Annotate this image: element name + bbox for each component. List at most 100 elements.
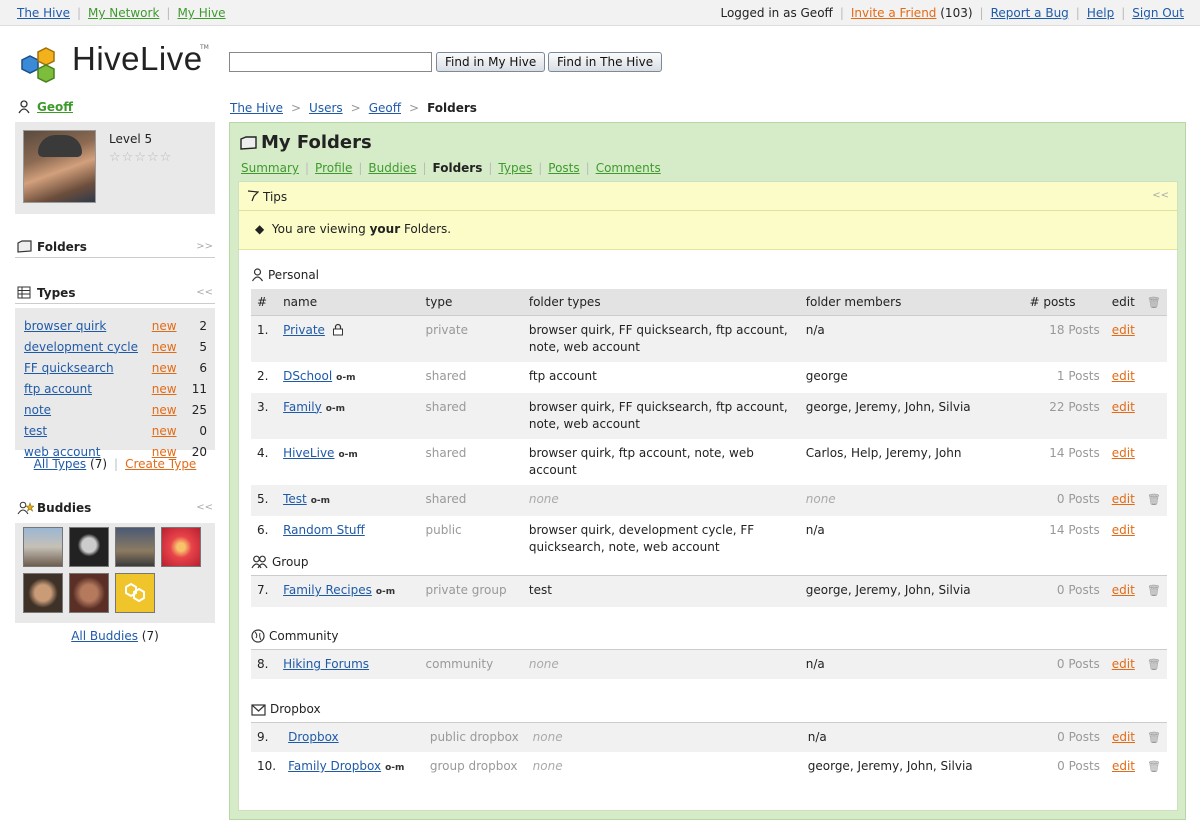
types-header[interactable]: Types << [15, 282, 215, 304]
tab-posts[interactable]: Posts [548, 161, 579, 175]
type-link[interactable]: browser quirk [24, 319, 106, 333]
edit-link[interactable]: edit [1112, 400, 1135, 414]
tab-folders[interactable]: Folders [433, 161, 483, 175]
invite-friend-link[interactable]: Invite a Friend [851, 6, 937, 20]
buddy-avatar[interactable] [115, 573, 155, 613]
folder-name-link[interactable]: Test [283, 492, 307, 506]
folder-name-link[interactable]: DSchool [283, 369, 332, 383]
folder-members: n/a [801, 723, 1025, 752]
avatar[interactable] [23, 130, 96, 203]
edit-link[interactable]: edit [1112, 657, 1135, 671]
col-posts[interactable]: # posts [1023, 289, 1106, 316]
folder-members: Carlos, Help, Jeremy, John [805, 445, 962, 460]
edit-link[interactable]: edit [1112, 492, 1135, 506]
post-count: 0 Posts [1024, 723, 1106, 752]
edit-link[interactable]: edit [1112, 583, 1135, 597]
find-in-the-hive-button[interactable]: Find in The Hive [548, 52, 663, 72]
folder-name-link[interactable]: Family [283, 400, 322, 414]
buddy-avatar[interactable] [23, 527, 63, 567]
buddy-avatar[interactable] [69, 527, 109, 567]
tips-title: Tips [263, 190, 288, 204]
sign-out-link[interactable]: Sign Out [1132, 6, 1184, 20]
edit-link[interactable]: edit [1112, 369, 1135, 383]
key-icon: o-m [385, 763, 405, 773]
report-bug-link[interactable]: Report a Bug [991, 6, 1069, 20]
edit-link[interactable]: edit [1112, 523, 1135, 537]
collapse-chevron-icon[interactable]: << [196, 497, 213, 519]
row-num: 8. [251, 650, 278, 679]
rating-stars: ☆☆☆☆☆ [109, 150, 173, 165]
collapse-chevron-icon[interactable]: << [196, 282, 213, 304]
tips-box: Tips << ◆ You are viewing your Folders. [239, 182, 1177, 250]
tab-comments[interactable]: Comments [596, 161, 661, 175]
folder-name-link[interactable]: Family Dropbox [288, 759, 381, 773]
folders-header[interactable]: Folders >> [15, 236, 215, 258]
nav-the-hive[interactable]: The Hive [17, 6, 70, 20]
new-type-link[interactable]: new [152, 403, 177, 417]
type-link[interactable]: note [24, 403, 51, 417]
breadcrumb-the-hive[interactable]: The Hive [230, 101, 283, 115]
all-buddies-link[interactable]: All Buddies [71, 629, 138, 643]
col-type[interactable]: type [419, 289, 523, 316]
edit-link[interactable]: edit [1112, 446, 1135, 460]
user-name-link[interactable]: Geoff [37, 100, 73, 114]
folder-type: group dropbox [429, 759, 518, 773]
post-count: 0 Posts [1023, 576, 1106, 607]
buddy-avatar[interactable] [115, 527, 155, 567]
new-type-link[interactable]: new [152, 424, 177, 438]
help-link[interactable]: Help [1087, 6, 1114, 20]
find-in-my-hive-button[interactable]: Find in My Hive [436, 52, 546, 72]
edit-link[interactable]: edit [1112, 759, 1135, 773]
folder-name-link[interactable]: Private [283, 323, 325, 337]
tips-divider [239, 210, 1177, 211]
collapse-chevron-icon[interactable]: << [1152, 190, 1169, 201]
folder-name-link[interactable]: Family Recipes [283, 583, 372, 597]
type-link[interactable]: development cycle [24, 340, 138, 354]
buddies-header[interactable]: Buddies << [15, 497, 215, 519]
folder-name-link[interactable]: Dropbox [288, 730, 339, 744]
breadcrumb-geoff[interactable]: Geoff [369, 101, 401, 115]
folder-members: n/a [799, 315, 1024, 362]
new-type-link[interactable]: new [152, 319, 177, 333]
tips-header[interactable]: Tips [247, 190, 287, 204]
type-link[interactable]: FF quicksearch [24, 361, 114, 375]
trash-icon[interactable]: 🗑 [1147, 760, 1161, 773]
col-name[interactable]: name [277, 289, 420, 316]
new-type-link[interactable]: new [152, 340, 177, 354]
invite-count: (103) [940, 6, 973, 20]
trash-icon[interactable]: 🗑 [1147, 731, 1161, 744]
type-link[interactable]: web account [24, 445, 100, 459]
tab-summary[interactable]: Summary [241, 161, 299, 175]
nav-my-hive[interactable]: My Hive [177, 6, 225, 20]
folder-types: ftp account [528, 368, 597, 383]
table-header: # name type folder types folder members … [251, 289, 1167, 316]
type-row: development cycle new 5 [24, 336, 215, 357]
folder-type: public dropbox [423, 723, 527, 752]
new-type-link[interactable]: new [152, 361, 177, 375]
trash-icon[interactable]: 🗑 [1147, 658, 1161, 671]
folder-members: george, Jeremy, John, Silvia [799, 392, 1024, 439]
tab-types[interactable]: Types [498, 161, 532, 175]
new-type-link[interactable]: new [152, 382, 177, 396]
nav-my-network[interactable]: My Network [88, 6, 159, 20]
new-type-link[interactable]: new [152, 445, 177, 459]
buddy-avatar[interactable] [69, 573, 109, 613]
search-input[interactable] [229, 52, 432, 72]
type-link[interactable]: ftp account [24, 382, 92, 396]
breadcrumb-users[interactable]: Users [309, 101, 343, 115]
edit-link[interactable]: edit [1112, 323, 1135, 337]
type-link[interactable]: test [24, 424, 47, 438]
trash-icon[interactable]: 🗑 [1147, 493, 1161, 506]
buddy-avatar[interactable] [161, 527, 201, 567]
edit-link[interactable]: edit [1112, 730, 1135, 744]
buddy-avatar[interactable] [23, 573, 63, 613]
trash-icon[interactable]: 🗑 [1147, 584, 1161, 597]
col-folder-members: folder members [799, 289, 1024, 316]
tab-buddies[interactable]: Buddies [368, 161, 416, 175]
tab-profile[interactable]: Profile [315, 161, 352, 175]
folder-name-link[interactable]: HiveLive [283, 446, 334, 460]
folder-name-link[interactable]: Random Stuff [283, 523, 365, 537]
folder-name-link[interactable]: Hiking Forums [283, 657, 369, 671]
expand-chevron-icon[interactable]: >> [196, 236, 213, 258]
post-count: 0 Posts [1023, 650, 1106, 679]
